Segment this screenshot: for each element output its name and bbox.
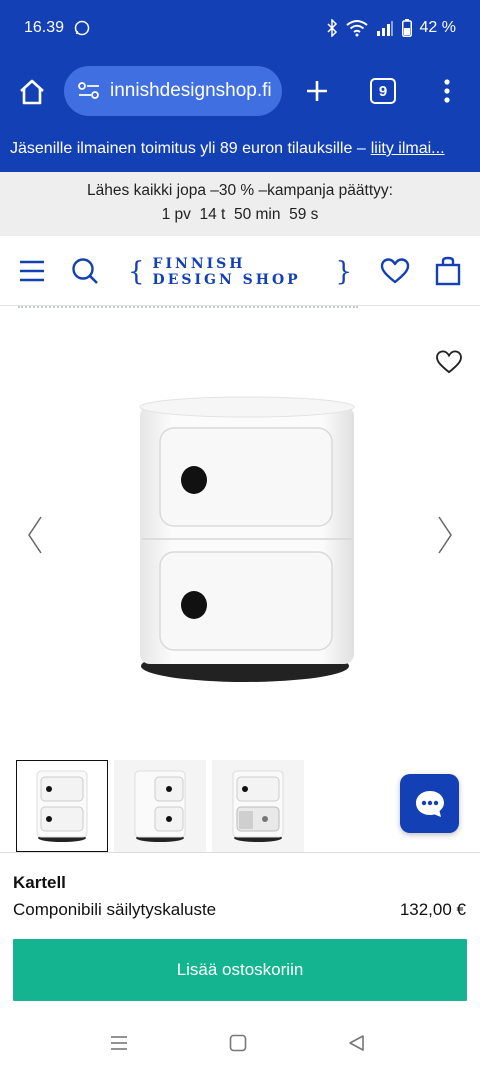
back-triangle-icon [349,1035,364,1051]
signal-icon [376,21,393,36]
previous-image-button[interactable] [22,512,48,558]
thumbnail-image [36,770,88,842]
wifi-icon [345,20,368,37]
thumbnail-image [134,770,186,842]
search-icon [72,258,98,284]
battery-icon [401,19,412,37]
thumbnail-1[interactable] [16,760,108,852]
back-button[interactable] [346,1033,366,1053]
wishlist-button[interactable] [379,256,411,286]
new-tab-button[interactable] [302,76,332,106]
plus-icon [307,81,327,101]
thumbnail-2[interactable] [114,760,206,852]
site-logo[interactable]: { FINNISH DESIGN SHOP } [120,256,360,288]
add-to-cart-button[interactable]: Lisää ostoskoriin [13,939,467,1001]
campaign-countdown: Lähes kaikki jopa –30 % –kampanja päätty… [0,172,480,236]
recents-button[interactable] [108,1033,130,1053]
more-vert-icon [444,79,450,103]
logo-brace-left: { [128,257,145,287]
sticky-product-bar: Kartell Componibili säilytyskaluste 132,… [0,852,480,1032]
home-nav-button[interactable] [228,1033,248,1053]
home-icon [20,79,44,105]
chevron-right-icon [438,516,452,554]
next-image-button[interactable] [432,512,458,558]
thumbnail-3[interactable] [212,760,304,852]
heart-icon [380,258,410,284]
status-bar: 16.39 42 % [0,0,480,56]
browser-toolbar: innishdesignshop.fi 9 [0,56,480,126]
thumbnail-strip [16,760,304,852]
home-button[interactable] [16,76,48,108]
breadcrumb-clipped [0,306,480,312]
countdown-timer: 1 pv 14 t 50 min 59 s [161,206,319,223]
site-header: { FINNISH DESIGN SHOP } [0,236,480,306]
chat-bubble-icon [415,790,444,817]
promo-banner: Jäsenille ilmainen toimitus yli 89 euron… [0,126,480,172]
system-navigation-bar [0,1013,480,1073]
campaign-title: Lähes kaikki jopa –30 % –kampanja päätty… [87,182,393,199]
product-brand[interactable]: Kartell [13,873,66,893]
browser-menu-button[interactable] [436,76,458,106]
menu-button[interactable] [18,258,46,284]
hamburger-icon [20,260,44,282]
clock: 16.39 [24,19,65,36]
promo-text: Jäsenille ilmainen toimitus yli 89 euron… [10,140,366,157]
recents-icon [111,1036,127,1050]
square-icon [229,1034,247,1052]
shopping-bag-icon [435,256,461,286]
tab-switcher-button[interactable]: 9 [370,78,396,104]
join-link[interactable]: liity ilmai... [371,140,445,158]
logo-brace-right: } [335,257,352,287]
heart-outline-icon [436,350,462,374]
search-button[interactable] [70,256,100,286]
url-text: innishdesignshop.fi [110,80,272,101]
cart-button[interactable] [434,255,462,287]
product-gallery [0,320,480,745]
chevron-left-icon [28,516,42,554]
product-price: 132,00 € [399,900,466,919]
thumbnail-image [232,770,284,842]
chat-button[interactable] [400,774,459,833]
site-settings-icon [78,82,99,99]
add-to-wishlist-button[interactable] [434,348,464,376]
battery-level: 42 % [419,19,456,36]
product-name: Componibili säilytyskaluste [13,900,217,919]
tab-count: 9 [378,82,388,100]
product-image[interactable] [120,390,370,690]
bluetooth-icon [327,19,337,37]
address-bar[interactable]: innishdesignshop.fi [64,66,282,116]
logo-text: FINNISH DESIGN SHOP [152,256,301,288]
whatsapp-icon [74,20,90,36]
